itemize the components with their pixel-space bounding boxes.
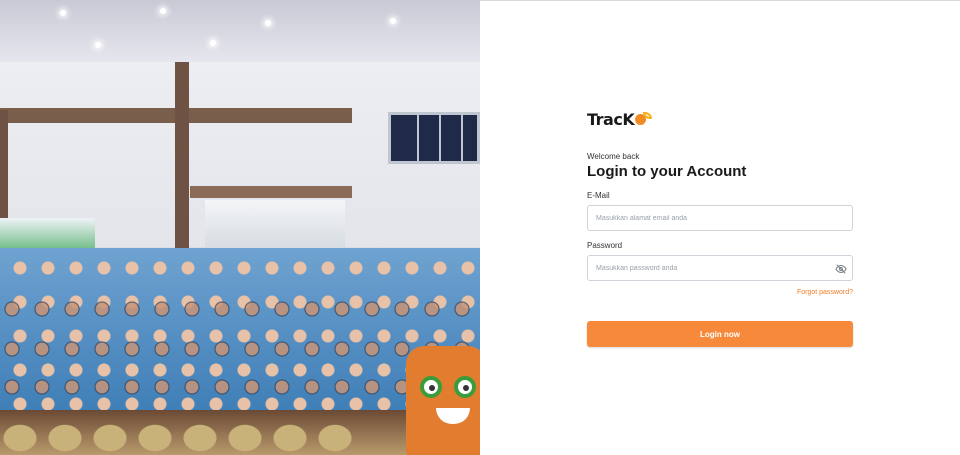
login-page: TracK Welcome back Login to your Account… xyxy=(0,0,960,455)
ceiling-light xyxy=(60,10,66,16)
brand-logo: TracK xyxy=(587,108,853,130)
password-field-wrap xyxy=(587,255,853,281)
password-field[interactable] xyxy=(587,255,853,281)
login-panel: TracK Welcome back Login to your Account… xyxy=(480,0,960,455)
hero-photo xyxy=(0,0,480,455)
brand-logo-text: TracK xyxy=(587,109,635,129)
forgot-password-link[interactable]: Forgot password? xyxy=(797,289,853,296)
photo-window xyxy=(388,112,480,164)
photo-pillar xyxy=(175,62,189,262)
photo-sacks xyxy=(0,418,360,455)
forgot-row: Forgot password? xyxy=(587,289,853,296)
email-field-wrap xyxy=(587,205,853,231)
mascot-figure xyxy=(406,346,480,455)
mascot-eye xyxy=(454,376,476,398)
ceiling-light xyxy=(95,42,101,48)
photo-beam xyxy=(190,186,352,198)
window-pane xyxy=(439,115,441,161)
photo-ceiling xyxy=(0,0,480,62)
window-pane xyxy=(461,115,463,161)
ceiling-light xyxy=(160,8,166,14)
welcome-text: Welcome back xyxy=(587,152,640,161)
ceiling-light xyxy=(210,40,216,46)
page-title: Login to your Account xyxy=(587,163,747,180)
eye-off-icon[interactable] xyxy=(835,262,847,274)
ceiling-light xyxy=(390,18,396,24)
login-form: TracK Welcome back Login to your Account… xyxy=(587,108,853,347)
photo-pillar xyxy=(0,110,8,230)
mascot-mouth xyxy=(436,408,470,424)
crowd-row xyxy=(0,300,480,326)
ceiling-light xyxy=(265,20,271,26)
password-label: Password xyxy=(587,241,623,250)
tracko-logo-icon xyxy=(635,112,653,126)
window-pane xyxy=(417,115,419,161)
email-field[interactable] xyxy=(587,205,853,231)
login-button[interactable]: Login now xyxy=(587,321,853,347)
email-label: E-Mail xyxy=(587,191,610,200)
mascot-eye xyxy=(420,376,442,398)
